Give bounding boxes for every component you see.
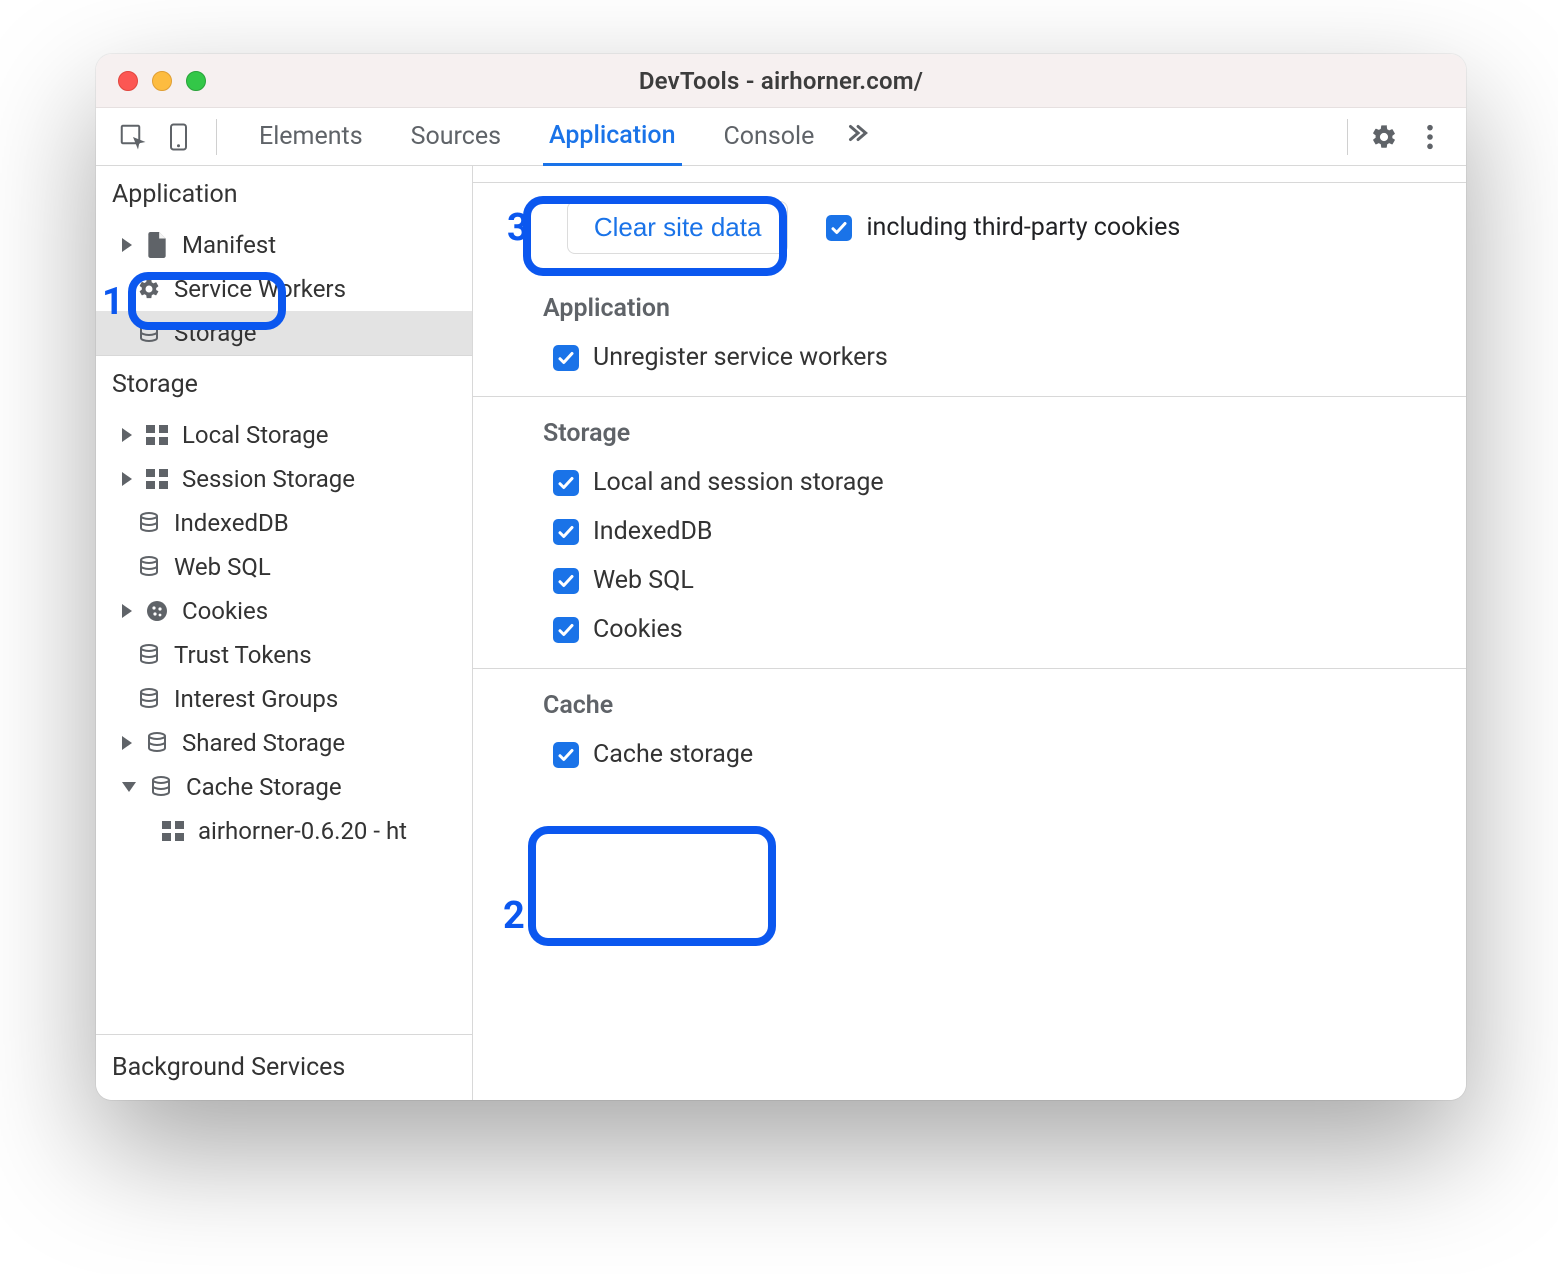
unregister-sw-label: Unregister service workers: [593, 343, 888, 372]
database-icon: [136, 686, 162, 712]
cache-storage-checkbox[interactable]: [553, 742, 579, 768]
indexeddb-checkbox[interactable]: [553, 519, 579, 545]
section-title: Application: [543, 294, 1466, 323]
sidebar-item-label: Manifest: [182, 231, 276, 259]
database-icon: [136, 320, 162, 346]
sidebar-item-trust-tokens[interactable]: Trust Tokens: [96, 633, 472, 677]
sidebar-item-shared-storage[interactable]: Shared Storage: [96, 721, 472, 765]
cookie-icon: [144, 598, 170, 624]
overflow-menu-icon[interactable]: [1412, 119, 1448, 155]
storage-pane: 3 Clear site data including third-party …: [473, 166, 1466, 1100]
titlebar: DevTools - airhorner.com/: [96, 54, 1466, 108]
web-sql-checkbox[interactable]: [553, 568, 579, 594]
third-party-cookies-label: including third-party cookies: [866, 213, 1180, 242]
sidebar-item-storage[interactable]: Storage: [96, 311, 472, 355]
sidebar-item-label: Cookies: [182, 597, 268, 625]
local-session-checkbox[interactable]: [553, 470, 579, 496]
cache-storage-label: Cache storage: [593, 740, 753, 769]
sidebar-item-cache-storage[interactable]: Cache Storage: [96, 765, 472, 809]
window-close-button[interactable]: [118, 71, 138, 91]
sidebar-section-background-services[interactable]: Background Services: [96, 1034, 472, 1100]
sidebar-item-service-workers[interactable]: Service Workers: [96, 267, 472, 311]
web-sql-label: Web SQL: [593, 566, 694, 595]
sidebar-item-label: IndexedDB: [174, 509, 289, 537]
sidebar-item-indexeddb[interactable]: IndexedDB: [96, 501, 472, 545]
sidebar-item-label: Interest Groups: [174, 685, 338, 713]
cookies-checkbox[interactable]: [553, 617, 579, 643]
section-application: Application Unregister service workers: [473, 272, 1466, 396]
sidebar-item-label: airhorner-0.6.20 - ht: [198, 817, 407, 845]
sidebar-item-local-storage[interactable]: Local Storage: [96, 413, 472, 457]
table-icon: [160, 818, 186, 844]
tab-console[interactable]: Console: [718, 108, 821, 166]
sidebar-item-label: Service Workers: [174, 275, 346, 303]
sidebar-item-label: Web SQL: [174, 553, 271, 581]
settings-gear-icon[interactable]: [1366, 119, 1402, 155]
database-icon: [148, 774, 174, 800]
local-session-label: Local and session storage: [593, 468, 884, 497]
section-storage: Storage Local and session storage Indexe…: [473, 397, 1466, 668]
inspect-element-icon[interactable]: [116, 120, 150, 154]
sidebar-item-interest-groups[interactable]: Interest Groups: [96, 677, 472, 721]
sidebar-item-web-sql[interactable]: Web SQL: [96, 545, 472, 589]
clear-site-data-button[interactable]: Clear site data: [567, 201, 789, 254]
table-icon: [144, 466, 170, 492]
tab-application[interactable]: Application: [543, 109, 682, 167]
gear-icon: [136, 276, 162, 302]
window-controls: [118, 71, 206, 91]
table-icon: [144, 422, 170, 448]
sidebar-item-label: Shared Storage: [182, 729, 345, 757]
database-icon: [144, 730, 170, 756]
callout-2: 2: [503, 894, 525, 938]
toolbar-separator: [1347, 119, 1348, 155]
devtools-toolbar: Elements Sources Application Console: [96, 108, 1466, 166]
callout-3: 3: [507, 206, 529, 250]
third-party-cookies-checkbox[interactable]: [826, 215, 852, 241]
device-toolbar-icon[interactable]: [164, 120, 198, 154]
window-title: DevTools - airhorner.com/: [639, 67, 923, 95]
sidebar-item-manifest[interactable]: Manifest: [96, 223, 472, 267]
indexeddb-label: IndexedDB: [593, 517, 712, 546]
sidebar-item-cookies[interactable]: Cookies: [96, 589, 472, 633]
database-icon: [136, 510, 162, 536]
sidebar-section-storage: Storage: [96, 356, 472, 413]
section-title: Cache: [543, 691, 1466, 720]
unregister-sw-checkbox[interactable]: [553, 345, 579, 371]
application-sidebar: 1 Application Manifest Service Workers: [96, 166, 473, 1100]
window-zoom-button[interactable]: [186, 71, 206, 91]
sidebar-item-label: Storage: [174, 319, 256, 347]
section-title: Storage: [543, 419, 1466, 448]
sidebar-section-application: Application: [96, 166, 472, 223]
window-minimize-button[interactable]: [152, 71, 172, 91]
callout-box-2: [528, 826, 776, 946]
sidebar-item-label: Cache Storage: [186, 773, 342, 801]
sidebar-item-cache-entry[interactable]: airhorner-0.6.20 - ht: [96, 809, 472, 853]
database-icon: [136, 642, 162, 668]
devtools-window: DevTools - airhorner.com/ Elements Sourc…: [96, 54, 1466, 1100]
section-cache: Cache Cache storage: [473, 669, 1466, 793]
sidebar-item-label: Trust Tokens: [174, 641, 312, 669]
cookies-label: Cookies: [593, 615, 683, 644]
toolbar-separator: [216, 119, 217, 155]
document-icon: [144, 232, 170, 258]
database-icon: [136, 554, 162, 580]
tab-elements[interactable]: Elements: [253, 108, 369, 166]
sidebar-item-label: Session Storage: [182, 465, 355, 493]
sidebar-item-label: Local Storage: [182, 421, 329, 449]
tab-sources[interactable]: Sources: [405, 108, 507, 166]
sidebar-item-session-storage[interactable]: Session Storage: [96, 457, 472, 501]
more-tabs-icon[interactable]: [844, 120, 870, 153]
